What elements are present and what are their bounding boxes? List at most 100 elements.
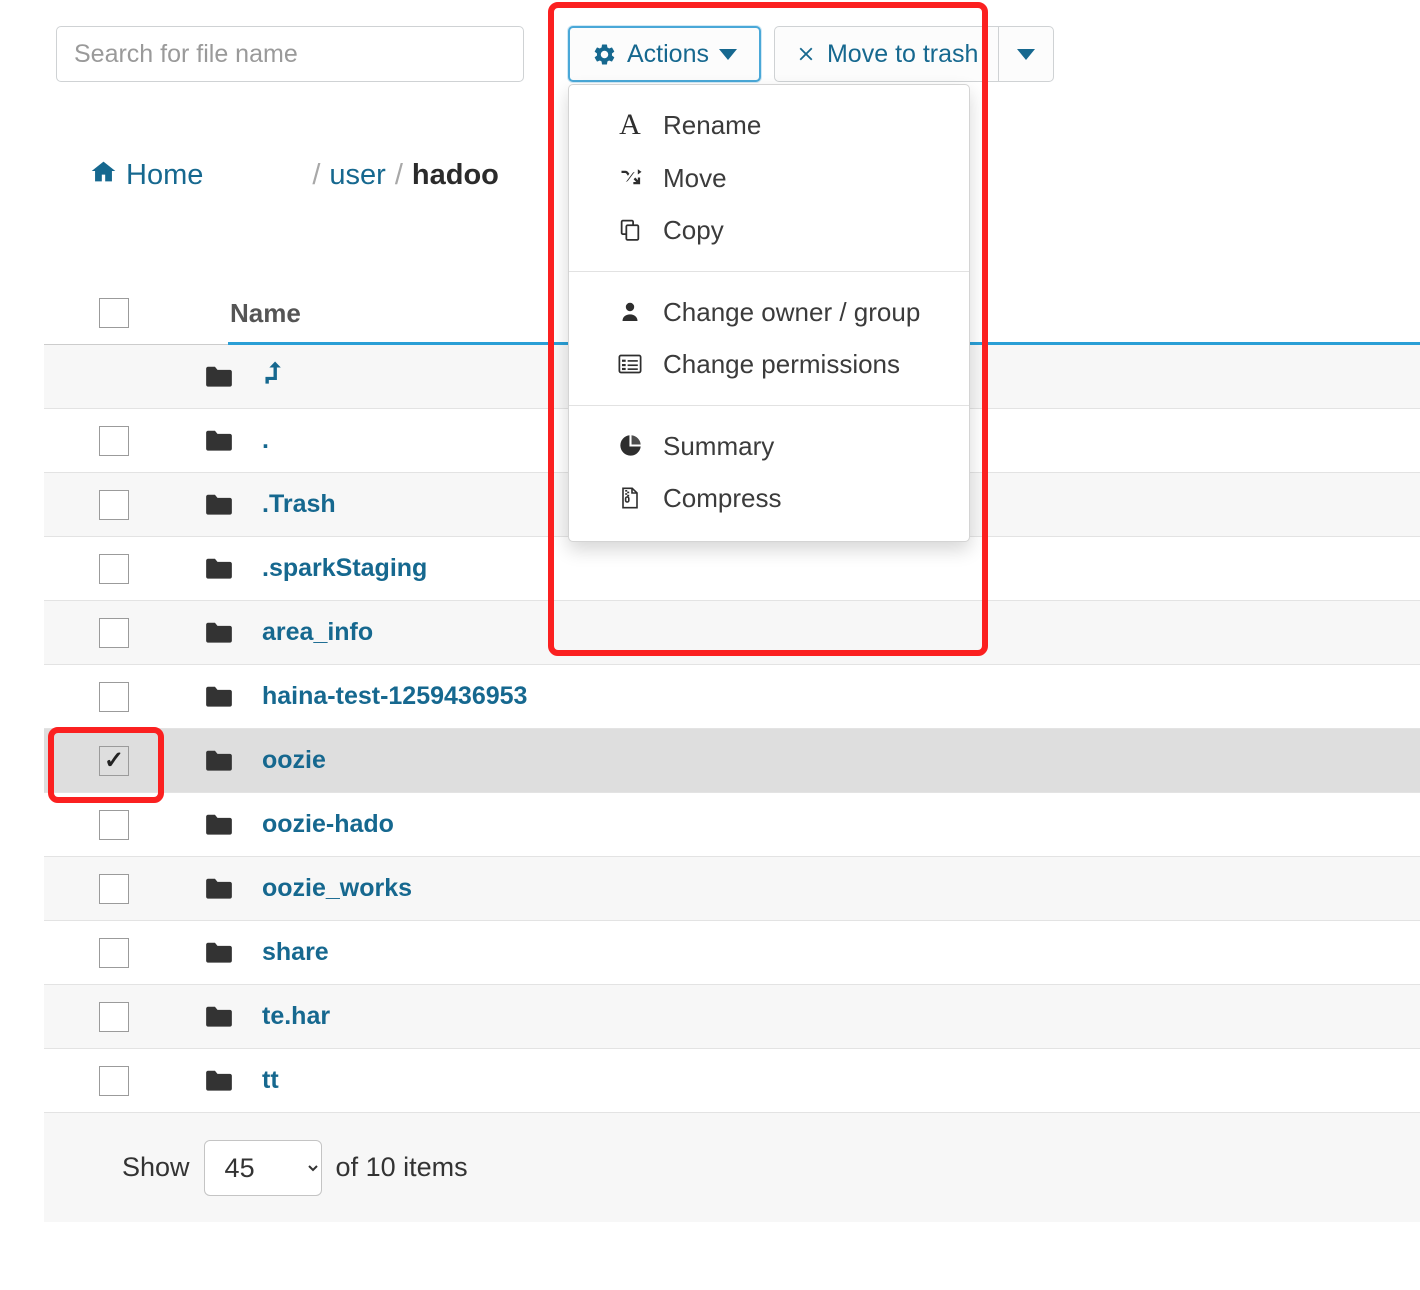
letter-a-icon: A xyxy=(619,108,641,142)
copy-icon xyxy=(615,218,645,243)
file-name-link[interactable]: area_info xyxy=(262,618,1420,647)
file-name-link[interactable]: .sparkStaging xyxy=(262,554,1420,583)
menu-item-label: Change permissions xyxy=(663,349,901,379)
caret-down-icon xyxy=(1017,48,1036,60)
row-checkbox[interactable] xyxy=(99,553,129,584)
table-row[interactable]: .sparkStaging xyxy=(44,537,1420,601)
file-name-link[interactable]: share xyxy=(262,938,1420,967)
show-label: Show xyxy=(122,1152,190,1182)
file-name-link[interactable]: oozie-hado xyxy=(262,810,1420,839)
action-button-group: Actions Move to trash xyxy=(568,26,1055,82)
folder-icon xyxy=(184,685,262,709)
row-checkbox-cell: ✓ xyxy=(44,745,184,776)
row-checkbox-cell xyxy=(44,1065,184,1096)
folder-icon xyxy=(184,1069,262,1093)
actions-dropdown-menu: A Rename Move Copy Change owner / group xyxy=(568,84,970,542)
menu-item-summary[interactable]: Summary xyxy=(569,420,969,473)
breadcrumb-separator: / xyxy=(312,159,321,191)
file-name-link[interactable]: tt xyxy=(262,1066,1420,1095)
table-row[interactable]: share xyxy=(44,921,1420,985)
row-checkbox-cell xyxy=(44,489,184,520)
page-size-select[interactable]: 45 xyxy=(203,1139,322,1196)
menu-divider xyxy=(569,270,969,272)
breadcrumb-home[interactable]: Home xyxy=(90,158,203,193)
menu-item-label: Copy xyxy=(663,215,724,245)
table-row[interactable]: oozie-hado xyxy=(44,793,1420,857)
file-name-link[interactable]: haina-test-1259436953 xyxy=(262,682,1420,711)
row-checkbox-cell xyxy=(44,681,184,712)
file-name-link[interactable]: te.har xyxy=(262,1002,1420,1031)
table-footer: Show 45 of 10 items xyxy=(44,1112,1420,1222)
breadcrumb-separator: / xyxy=(394,159,403,191)
caret-down-icon xyxy=(718,48,737,60)
row-checkbox[interactable] xyxy=(99,681,129,712)
menu-divider xyxy=(569,404,969,406)
select-all-checkbox[interactable] xyxy=(99,298,129,328)
menu-item-copy[interactable]: Copy xyxy=(569,204,969,257)
menu-item-label: Move xyxy=(663,162,727,193)
folder-icon xyxy=(184,813,262,837)
menu-item-compress[interactable]: Compress xyxy=(569,472,969,525)
menu-item-label: Change owner / group xyxy=(663,296,921,327)
folder-icon xyxy=(184,429,262,453)
row-checkbox-cell xyxy=(44,553,184,584)
move-to-trash-label: Move to trash xyxy=(826,39,979,68)
item-count-label: of 10 items xyxy=(335,1152,468,1182)
breadcrumb-item-user[interactable]: user xyxy=(329,159,385,192)
row-checkbox[interactable] xyxy=(99,1001,129,1032)
row-checkbox-cell xyxy=(44,937,184,968)
folder-icon xyxy=(184,1005,262,1029)
list-alt-icon xyxy=(615,351,645,377)
actions-button[interactable]: Actions xyxy=(568,26,761,82)
level-up-icon xyxy=(265,361,281,384)
row-checkbox[interactable] xyxy=(99,425,129,456)
menu-item-label: Summary xyxy=(663,430,775,461)
menu-item-label: Rename xyxy=(663,110,762,140)
x-icon xyxy=(795,43,817,65)
table-row[interactable]: oozie_works xyxy=(44,857,1420,921)
folder-icon xyxy=(184,557,262,581)
pie-chart-icon xyxy=(615,433,645,458)
row-checkbox[interactable] xyxy=(99,617,129,648)
breadcrumb-item-current[interactable]: hadoo xyxy=(412,159,499,192)
menu-item-change-owner-group[interactable]: Change owner / group xyxy=(569,286,969,339)
row-checkbox[interactable]: ✓ xyxy=(99,745,129,776)
folder-icon xyxy=(184,493,262,517)
file-archive-icon xyxy=(615,486,645,510)
table-row[interactable]: te.har xyxy=(44,985,1420,1049)
row-checkbox-cell xyxy=(44,809,184,840)
folder-icon xyxy=(184,877,262,901)
user-icon xyxy=(615,300,645,324)
row-checkbox-cell xyxy=(44,617,184,648)
row-checkbox[interactable] xyxy=(99,873,129,904)
gear-icon xyxy=(592,42,617,67)
menu-item-rename[interactable]: A Rename xyxy=(569,99,969,152)
file-name-link[interactable]: oozie xyxy=(262,746,1420,775)
trash-dropdown-toggle[interactable] xyxy=(998,26,1055,82)
table-row[interactable]: tt xyxy=(44,1049,1420,1113)
menu-item-change-permissions[interactable]: Change permissions xyxy=(569,338,969,391)
select-all-cell xyxy=(44,298,184,328)
row-checkbox-cell xyxy=(44,1001,184,1032)
folder-icon xyxy=(184,365,262,389)
row-checkbox[interactable] xyxy=(99,937,129,968)
shuffle-icon xyxy=(615,164,645,191)
row-checkbox[interactable] xyxy=(99,1065,129,1096)
folder-icon xyxy=(184,749,262,773)
file-name-link[interactable]: oozie_works xyxy=(262,874,1420,903)
home-icon xyxy=(90,158,117,193)
table-row[interactable]: area_info xyxy=(44,601,1420,665)
breadcrumb-home-label: Home xyxy=(126,159,204,191)
search-input[interactable] xyxy=(56,26,524,82)
table-row[interactable]: haina-test-1259436953 xyxy=(44,665,1420,729)
row-checkbox[interactable] xyxy=(99,489,129,520)
menu-item-move[interactable]: Move xyxy=(569,152,969,205)
row-checkbox[interactable] xyxy=(99,809,129,840)
move-to-trash-button[interactable]: Move to trash xyxy=(773,26,999,82)
folder-icon xyxy=(184,941,262,965)
table-row[interactable]: ✓ oozie xyxy=(44,729,1420,793)
row-checkbox-cell xyxy=(44,425,184,456)
folder-icon xyxy=(184,621,262,645)
row-checkbox-cell xyxy=(44,873,184,904)
actions-button-label: Actions xyxy=(627,39,709,68)
